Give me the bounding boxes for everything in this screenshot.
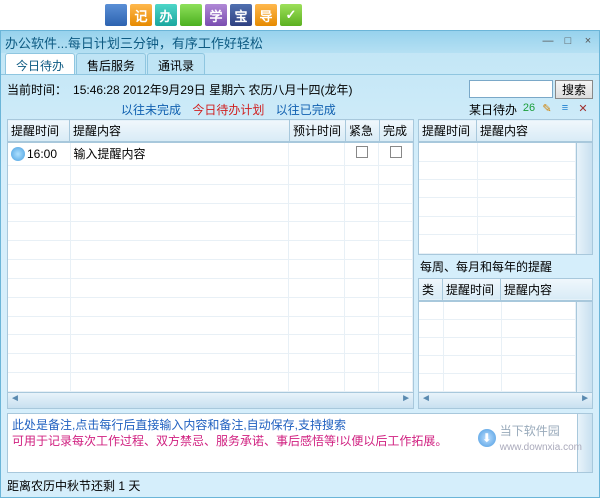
col-done[interactable]: 完成	[380, 120, 414, 142]
link-today-plan[interactable]: 今日待办计划	[192, 101, 264, 118]
cell-estimate[interactable]	[289, 143, 345, 165]
link-past-unfinished[interactable]: 以往未完成	[121, 101, 181, 118]
calendar-icon[interactable]: 26	[521, 102, 537, 116]
cell-time: 16:00	[27, 147, 57, 161]
tab-contacts[interactable]: 通讯录	[147, 53, 205, 74]
recurring-panel: 类 提醒时间 提醒内容	[418, 278, 593, 410]
col-estimate-time[interactable]: 预计时间	[290, 120, 346, 142]
cell-content[interactable]: 输入提醒内容	[70, 143, 289, 165]
tab-after-service[interactable]: 售后服务	[76, 53, 146, 74]
someday-grid[interactable]	[418, 142, 593, 255]
list-icon[interactable]: ≡	[557, 102, 573, 116]
h-scrollbar[interactable]	[7, 393, 414, 409]
download-icon: ⬇	[478, 429, 496, 447]
countdown-text: 距离农历中秋节还剩 1 天	[7, 477, 593, 494]
col-remind-content[interactable]: 提醒内容	[70, 120, 290, 142]
watermark-name: 当下软件园	[500, 424, 560, 438]
col-remind-content-rec[interactable]: 提醒内容	[501, 278, 593, 300]
v-scrollbar-rec[interactable]	[576, 302, 592, 393]
current-time-row: 当前时间： 15:46:28 2012年9月29日 星期六 农历八月十四(龙年)…	[7, 79, 593, 99]
close-button[interactable]: ×	[581, 35, 595, 49]
col-type[interactable]: 类	[419, 278, 443, 300]
col-remind-content-r[interactable]: 提醒内容	[477, 120, 593, 142]
toolbar-btn-guide[interactable]: 导	[255, 4, 277, 26]
time-value: 15:46:28 2012年9月29日 星期六 农历八月十四(龙年)	[73, 81, 352, 98]
title-bar: 办公软件...每日计划三分钟，有序工作好轻松 — □ ×	[1, 31, 599, 53]
delete-icon[interactable]: ✕	[575, 102, 591, 116]
clock-icon	[11, 147, 25, 161]
watermark-url: www.downxia.com	[500, 442, 582, 453]
recurring-label: 每周、每月和每年的提醒	[418, 255, 593, 276]
status-row: 以往未完成 今日待办计划 以往已完成 某日待办 26 ✎ ≡ ✕	[7, 99, 593, 119]
search-input[interactable]	[469, 80, 553, 98]
someday-todo-label: 某日待办	[469, 101, 517, 118]
watermark: ⬇ 当下软件园 www.downxia.com	[478, 422, 582, 453]
tab-bar: 今日待办 售后服务 通讯录	[1, 53, 599, 75]
minimize-button[interactable]: —	[541, 35, 555, 49]
v-scrollbar[interactable]	[576, 143, 592, 254]
table-row[interactable]: 16:00 输入提醒内容	[8, 143, 413, 165]
col-remind-time-rec[interactable]: 提醒时间	[443, 278, 501, 300]
main-todo-panel: 提醒时间 提醒内容 预计时间 紧急 完成 16:00 输入提醒内容	[7, 119, 414, 409]
edit-icon[interactable]: ✎	[539, 102, 555, 116]
link-past-finished[interactable]: 以往已完成	[276, 101, 336, 118]
recurring-grid[interactable]	[418, 301, 593, 394]
tab-today-todo[interactable]: 今日待办	[5, 53, 75, 74]
toolbar-btn-check[interactable]: ✓	[280, 4, 302, 26]
search-button[interactable]: 搜索	[555, 80, 593, 99]
toolbar-btn-learn[interactable]: 学	[205, 4, 227, 26]
maximize-button[interactable]: □	[561, 35, 575, 49]
col-remind-time-r[interactable]: 提醒时间	[419, 120, 477, 142]
main-todo-header: 提醒时间 提醒内容 预计时间 紧急 完成	[7, 119, 414, 142]
toolbar-btn-4[interactable]	[180, 4, 202, 26]
done-checkbox[interactable]	[390, 146, 402, 158]
col-urgent[interactable]: 紧急	[346, 120, 380, 142]
toolbar-btn-todo[interactable]: 办	[155, 4, 177, 26]
toolbar-btn-treasure[interactable]: 宝	[230, 4, 252, 26]
window-title: 办公软件...每日计划三分钟，有序工作好轻松	[5, 33, 263, 52]
h-scrollbar-rec[interactable]	[418, 393, 593, 409]
main-todo-grid[interactable]: 16:00 输入提醒内容	[7, 142, 414, 393]
urgent-checkbox[interactable]	[356, 146, 368, 158]
someday-panel: 提醒时间 提醒内容	[418, 119, 593, 255]
col-remind-time[interactable]: 提醒时间	[8, 120, 70, 142]
toolbar-btn-note[interactable]: 记	[130, 4, 152, 26]
toolbar-btn-1[interactable]	[105, 4, 127, 26]
top-toolbar: 记 办 学 宝 导 ✓	[105, 2, 302, 28]
time-label: 当前时间：	[7, 81, 67, 98]
